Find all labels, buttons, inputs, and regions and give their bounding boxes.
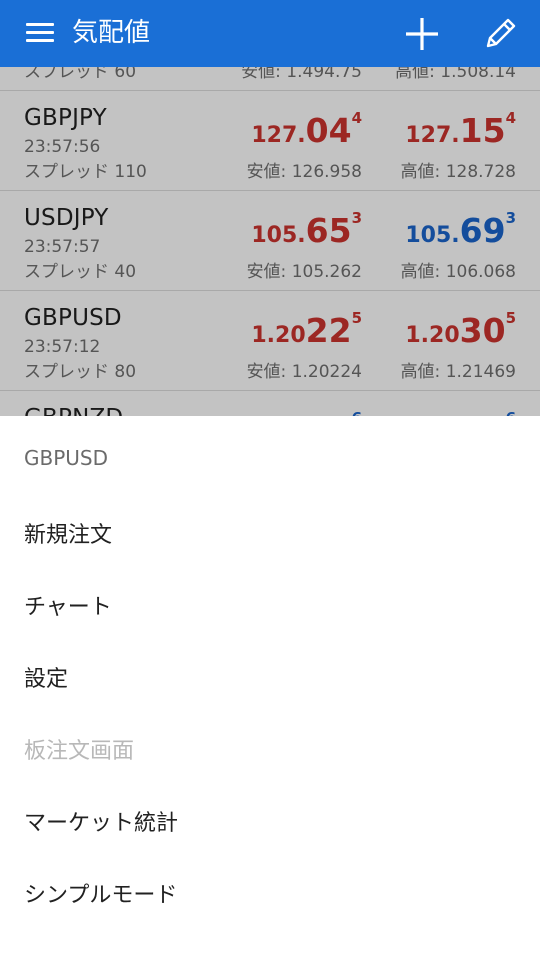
menu-item-market-statistics[interactable]: マーケット統計 [0, 792, 540, 856]
page-title: 気配値 [72, 18, 151, 48]
pencil-icon[interactable] [482, 14, 520, 52]
scrim-overlay[interactable] [0, 67, 540, 417]
menu-item-depth-of-market: 板注文画面 [24, 739, 135, 764]
context-menu-sheet: GBPUSD 新規注文 チャート 設定 板注文画面 マーケット統計 シンプルモー… [0, 416, 540, 968]
app-bar: 気配値 [0, 0, 540, 67]
plus-icon[interactable] [404, 16, 440, 52]
menu-header-symbol: GBPUSD [24, 446, 109, 470]
menu-item-settings[interactable]: 設定 [0, 648, 540, 712]
menu-item-chart[interactable]: チャート [0, 576, 540, 640]
menu-item-new-order[interactable]: 新規注文 [0, 504, 540, 568]
menu-item-simple-mode[interactable]: シンプルモード [0, 864, 540, 928]
hamburger-menu-icon[interactable] [26, 20, 56, 46]
